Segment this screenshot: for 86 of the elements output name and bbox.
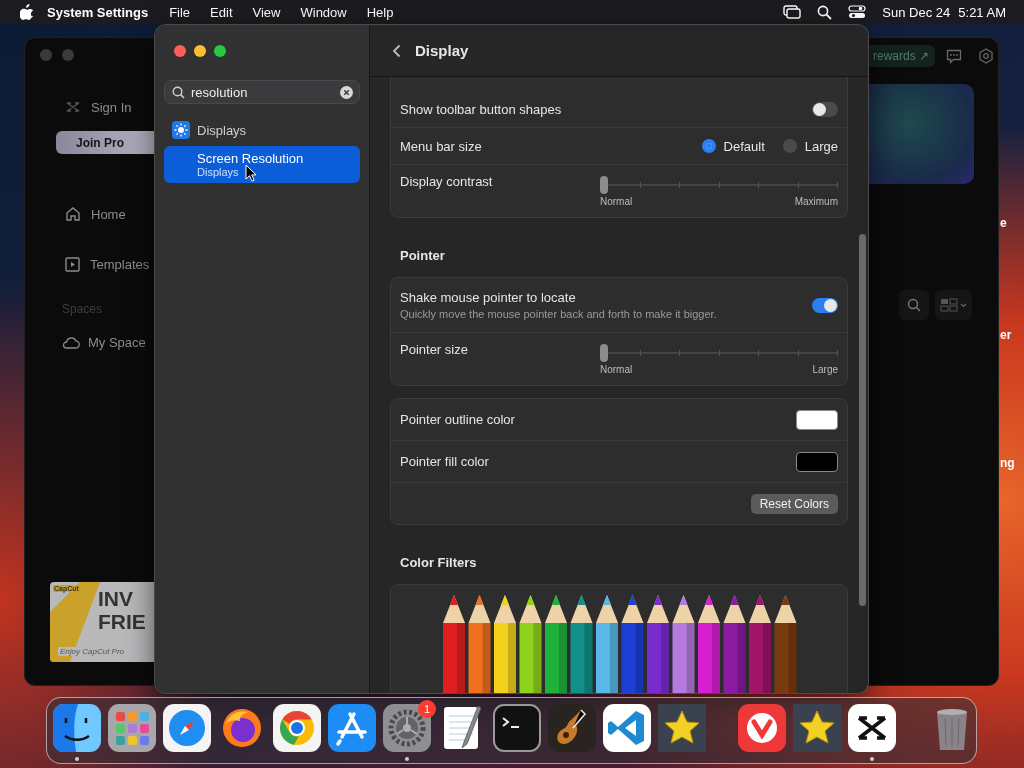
screen-mirroring-icon[interactable] xyxy=(783,5,802,19)
setting-label: Pointer outline color xyxy=(400,412,515,427)
nav-item[interactable]: My Space xyxy=(62,333,155,351)
search-icon[interactable] xyxy=(817,4,833,20)
app-grid-icon[interactable] xyxy=(108,704,156,752)
ring-logo-icon[interactable] xyxy=(273,704,321,752)
apple-logo-icon[interactable] xyxy=(20,4,34,20)
app-menu[interactable]: System Settings xyxy=(47,4,149,20)
zoom-button[interactable] xyxy=(214,45,226,57)
search-result[interactable]: Screen Resolution Displays xyxy=(164,146,360,183)
search-icon xyxy=(907,298,921,312)
search-icon xyxy=(172,86,185,99)
slider-end-label: Large xyxy=(812,364,838,375)
back-chevron-icon[interactable] xyxy=(392,43,401,58)
slider-thumb[interactable] xyxy=(600,344,608,362)
setting-label: Display contrast xyxy=(400,174,493,189)
cloud-icon xyxy=(62,335,80,349)
play-square-icon xyxy=(65,256,80,272)
minimize-button[interactable] xyxy=(194,45,206,57)
menu-item[interactable]: View xyxy=(252,4,281,20)
guitar-icon[interactable] xyxy=(548,704,596,752)
toggle-switch[interactable] xyxy=(812,101,838,117)
section-heading: Pointer xyxy=(400,247,446,265)
radio-button[interactable] xyxy=(701,139,716,153)
menu-item[interactable]: Window xyxy=(300,4,347,20)
setting-label: Menu bar size xyxy=(400,138,482,154)
close-button[interactable] xyxy=(174,45,186,57)
setting-label: Shake mouse pointer to locate xyxy=(400,290,576,305)
gear-icon[interactable] xyxy=(383,704,431,752)
clear-icon[interactable] xyxy=(340,86,353,99)
banner-headline: FRIE xyxy=(98,611,147,632)
radio-button[interactable] xyxy=(782,139,797,153)
setting-label: Show toolbar button shapes xyxy=(400,101,562,117)
banner-tagline: Enjoy CapCut Pro xyxy=(58,647,127,656)
nav-item[interactable]: Templates xyxy=(65,255,155,273)
menu-item[interactable]: Edit xyxy=(210,4,233,20)
nav-item[interactable]: Home xyxy=(65,205,155,223)
search-button[interactable] xyxy=(899,290,929,320)
sign-in-link[interactable]: Sign In xyxy=(91,99,132,115)
banner-headline: INV xyxy=(98,588,134,609)
slider-track[interactable] xyxy=(600,176,838,194)
scrollbar[interactable] xyxy=(859,234,866,606)
setting-label: Pointer size xyxy=(400,342,468,357)
menu-item[interactable]: Help xyxy=(366,4,394,20)
slider-end-label: Maximum xyxy=(794,196,838,207)
terminal-icon[interactable] xyxy=(493,704,541,752)
desktop-icon-label[interactable]: e xyxy=(1000,216,1007,230)
color-swatch[interactable] xyxy=(796,409,838,430)
bowtie-logo-icon[interactable] xyxy=(848,704,896,752)
desktop-icon-label[interactable]: ng xyxy=(1000,456,1015,470)
section-heading: Color Filters xyxy=(400,554,478,572)
join-pro-button[interactable]: Join Pro xyxy=(56,131,155,154)
radio-label: Default xyxy=(723,138,765,154)
view-toggle-button[interactable] xyxy=(935,290,972,320)
reset-colors-button[interactable]: Reset Colors xyxy=(750,493,838,514)
control-center-icon[interactable] xyxy=(848,5,867,19)
settings-icon[interactable] xyxy=(978,48,994,64)
toggle-switch[interactable] xyxy=(812,297,838,313)
v-logo-icon[interactable] xyxy=(738,704,786,752)
setting-label: Pointer fill color xyxy=(400,454,489,469)
search-result[interactable]: Displays xyxy=(164,119,360,141)
compass-icon[interactable] xyxy=(163,704,211,752)
desktop-icon-label[interactable]: er xyxy=(1000,328,1012,342)
ribbon-logo-icon[interactable] xyxy=(603,704,651,752)
search-field[interactable]: resolution xyxy=(164,80,360,104)
notification-badge: 1 xyxy=(418,700,436,718)
menu-bar-date[interactable]: Sun Dec 24 xyxy=(882,4,951,20)
page-title: Display xyxy=(415,42,469,59)
slider-end-label: Normal xyxy=(600,364,633,375)
setting-description: Quickly move the mouse pointer back and forth to make it bigger. xyxy=(400,308,717,320)
slider-end-label: Normal xyxy=(600,196,633,207)
menu-bar-clock[interactable]: 5:21 AM xyxy=(958,4,1006,20)
slider-thumb[interactable] xyxy=(600,176,608,194)
a-glyph-icon[interactable] xyxy=(328,704,376,752)
radio-label: Large xyxy=(804,138,838,154)
rewards-button[interactable]: rewards ↗ xyxy=(868,45,935,67)
grid-view-icon xyxy=(939,298,968,312)
face-icon[interactable] xyxy=(53,704,101,752)
x-logo-icon xyxy=(65,101,81,113)
house-icon xyxy=(65,206,81,222)
mouse-pointer-icon xyxy=(245,164,257,182)
menu-item[interactable]: File xyxy=(169,4,191,20)
slider-track[interactable] xyxy=(600,344,838,362)
color-swatch[interactable] xyxy=(796,451,838,472)
sun-icon xyxy=(172,121,190,139)
chat-bubble-icon[interactable] xyxy=(946,48,962,64)
